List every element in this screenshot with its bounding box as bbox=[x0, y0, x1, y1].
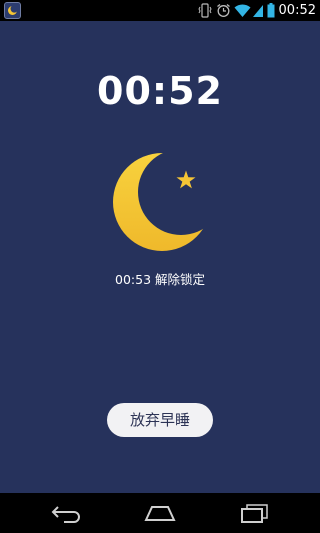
crescent-moon-icon bbox=[113, 153, 211, 251]
wifi-icon bbox=[234, 4, 251, 18]
status-time: 00:52 bbox=[278, 3, 316, 18]
give-up-early-sleep-button[interactable]: 放弃早睡 bbox=[107, 403, 213, 437]
lock-screen: 00:52 00:53 解除锁定 放弃早睡 bbox=[0, 21, 320, 493]
recent-apps-icon[interactable] bbox=[237, 503, 271, 523]
navigation-bar bbox=[0, 493, 320, 533]
vibrate-icon bbox=[198, 3, 212, 18]
battery-icon bbox=[267, 3, 275, 18]
signal-icon bbox=[253, 5, 263, 17]
clock-display: 00:52 bbox=[97, 69, 223, 113]
alarm-icon bbox=[217, 3, 230, 17]
moon-app-icon bbox=[4, 2, 21, 19]
back-icon[interactable] bbox=[50, 503, 84, 523]
home-icon[interactable] bbox=[143, 503, 177, 523]
status-bar: 00:52 bbox=[0, 0, 320, 21]
unlock-time-text: 00:53 解除锁定 bbox=[115, 272, 205, 287]
